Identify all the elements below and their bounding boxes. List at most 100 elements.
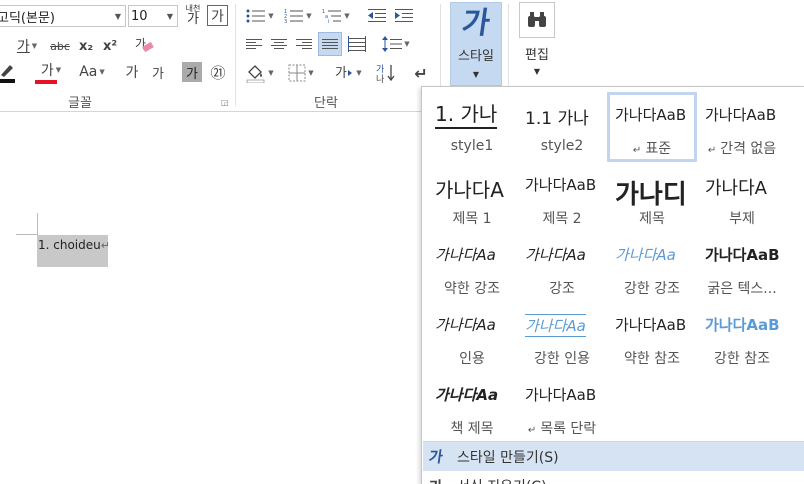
font-dialog-launcher-icon[interactable]: ◲ <box>221 98 229 107</box>
style-sample: 가나다AaB <box>615 106 687 124</box>
style-name-label: 강조 <box>549 281 575 297</box>
style-tile[interactable]: 가나다A 부제 <box>697 162 787 232</box>
chevron-down-icon[interactable]: ▼ <box>344 12 349 20</box>
style-name: 제목 2 <box>517 208 607 228</box>
multilevel-list-button[interactable]: 1 a i ▼ <box>318 6 354 26</box>
style-tile[interactable]: 가나다AaB ↵ 표준 <box>607 92 697 162</box>
edit-button[interactable]: 편집 ▼ <box>514 2 560 86</box>
align-right-button[interactable] <box>293 34 315 54</box>
font-color-button[interactable]: 가 ▼ <box>32 60 70 84</box>
character-border-button[interactable]: 가 <box>207 5 228 26</box>
svg-text:가: 가 <box>376 64 384 75</box>
clear-formatting-button[interactable]: 가 <box>132 34 156 56</box>
style-tile[interactable]: 가나다AaB 제목 2 <box>517 162 607 232</box>
style-tile[interactable]: 가나다Aa 강조 <box>517 232 607 302</box>
align-left-button[interactable] <box>243 34 265 54</box>
paragraph-group-label: 단락 <box>314 96 338 111</box>
style-sample: 가나디 <box>615 180 687 210</box>
enclose-characters-button[interactable]: ㉑ <box>207 62 229 82</box>
document-paragraph[interactable]: 1. choideu↵ <box>37 235 110 267</box>
bullets-icon <box>246 9 266 23</box>
highlight-color-button[interactable] <box>0 60 20 84</box>
highlighter-icon <box>0 65 15 83</box>
line-spacing-button[interactable]: ▼ <box>378 34 414 54</box>
style-tile[interactable]: 가나다Aa 약한 강조 <box>427 232 517 302</box>
justify-button[interactable] <box>318 32 342 56</box>
font-size-combo[interactable]: 10 ▼ <box>128 5 178 27</box>
align-left-icon <box>246 37 262 51</box>
grow-font-button[interactable]: 가 <box>122 62 142 82</box>
create-style-menu-item[interactable]: 가 스타일 만들기(S) <box>423 441 804 471</box>
style-name: 부제 <box>697 208 787 228</box>
style-sample: 가나다Aa <box>525 246 586 264</box>
phonetic-guide-button[interactable]: 내천 가 <box>183 3 203 29</box>
increase-indent-button[interactable] <box>393 6 415 26</box>
style-sample: 가나다AaB <box>705 246 780 264</box>
style-tile[interactable]: 가나다Aa 인용 <box>427 302 517 372</box>
shading-button[interactable]: ▼ <box>242 62 278 84</box>
character-shading-button[interactable]: 가 <box>182 62 202 82</box>
style-tile[interactable]: 가나다Aa 강한 인용 <box>517 302 607 372</box>
subscript-button[interactable]: x₂ <box>76 36 96 56</box>
chevron-down-icon[interactable]: ▼ <box>163 6 177 26</box>
clear-formatting-menu-item[interactable]: 가 서식 지우기(C) <box>423 471 804 484</box>
character-shading-icon: 가 <box>186 66 198 82</box>
bullets-button[interactable]: ▼ <box>242 6 278 26</box>
style-tile[interactable]: 가나디 제목 <box>607 162 697 232</box>
distribute-button[interactable] <box>346 34 368 54</box>
superscript-button[interactable]: x² <box>100 36 120 56</box>
style-name-label: 책 제목 <box>450 421 494 437</box>
style-name: 굵은 텍스... <box>697 278 787 298</box>
underline-button[interactable]: 가 ▼ <box>10 36 44 56</box>
strikethrough-button[interactable]: abc <box>48 36 72 56</box>
subscript-icon: x₂ <box>78 38 94 54</box>
style-name: 책 제목 <box>427 418 517 438</box>
asian-layout-button[interactable]: 가 ▼ <box>330 62 366 84</box>
chevron-down-icon[interactable]: ▼ <box>308 69 313 77</box>
multilevel-list-icon: 1ai <box>322 9 342 24</box>
style-tile[interactable]: 가나다Aa 책 제목 <box>427 372 517 442</box>
group-divider <box>235 4 236 106</box>
style-tile[interactable]: 1. 가나 style1 <box>427 92 517 162</box>
style-name: 약한 참조 <box>607 348 697 368</box>
font-size-value: 10 <box>131 8 148 24</box>
styles-button[interactable]: 가 스타일 ▼ <box>450 2 502 86</box>
font-name-combo[interactable]: 고딕(본문) ▼ <box>0 5 126 27</box>
style-tile[interactable]: 가나다AaB ↵ 간격 없음 <box>697 92 787 162</box>
style-tile[interactable]: 가나다AaB 굵은 텍스... <box>697 232 787 302</box>
chevron-down-icon[interactable]: ▼ <box>268 69 273 77</box>
grow-font-icon: 가 <box>125 65 139 81</box>
chevron-down-icon[interactable]: ▼ <box>306 12 311 20</box>
style-name: ↵ 표준 <box>610 138 694 158</box>
chevron-down-icon[interactable]: ▼ <box>99 68 104 76</box>
style-tile[interactable]: 가나다A 제목 1 <box>427 162 517 232</box>
style-sample: 가나다Aa <box>435 246 496 264</box>
styles-icon: 가 <box>459 6 493 41</box>
style-name-label: 간격 없음 <box>720 141 777 157</box>
style-tile[interactable]: 1.1 가나 style2 <box>517 92 607 162</box>
sort-button[interactable]: 가나 <box>374 62 398 84</box>
chevron-down-icon[interactable]: ▼ <box>356 69 361 77</box>
style-name-label: 제목 <box>639 211 665 227</box>
show-marks-button[interactable]: ↵ <box>410 62 432 84</box>
change-case-button[interactable]: Aa ▼ <box>74 62 110 82</box>
style-tile[interactable]: 가나다Aa 강한 강조 <box>607 232 697 302</box>
decrease-indent-button[interactable] <box>366 6 388 26</box>
shrink-font-button[interactable]: 가 <box>148 62 168 82</box>
paragraph-mark-icon: ↵ <box>100 239 110 252</box>
chevron-down-icon[interactable]: ▼ <box>268 12 273 20</box>
chevron-down-icon[interactable]: ▼ <box>404 40 409 48</box>
style-tile[interactable]: 가나다AaB ↵ 목록 단락 <box>517 372 607 442</box>
numbering-button[interactable]: 1 2 3 ▼ <box>280 6 316 26</box>
paragraph-mark-icon: ↵ <box>632 145 642 156</box>
style-name-label: 부제 <box>729 211 755 227</box>
chevron-down-icon[interactable]: ▼ <box>32 42 37 50</box>
style-tile[interactable]: 가나다AaB 약한 참조 <box>607 302 697 372</box>
chevron-down-icon[interactable]: ▼ <box>111 6 125 26</box>
align-center-button[interactable] <box>268 34 290 54</box>
chevron-down-icon[interactable]: ▼ <box>56 66 61 74</box>
margin-crop-mark <box>16 234 38 235</box>
borders-icon <box>288 64 306 82</box>
borders-button[interactable]: ▼ <box>283 62 319 84</box>
style-tile[interactable]: 가나다AaB 강한 참조 <box>697 302 787 372</box>
